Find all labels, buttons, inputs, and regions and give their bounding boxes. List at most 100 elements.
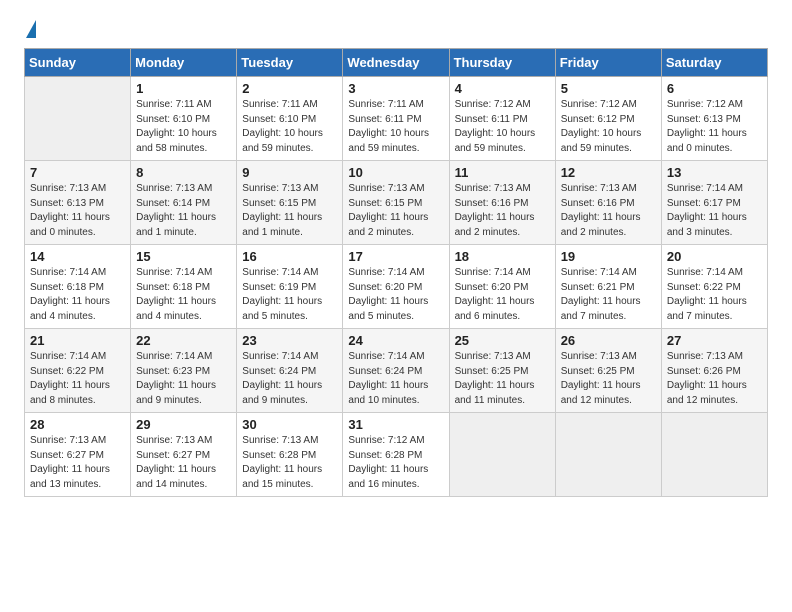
day-info: Sunrise: 7:13 AMSunset: 6:16 PMDaylight:…	[561, 182, 656, 240]
day-info: Sunrise: 7:12 AMSunset: 6:13 PMDaylight:…	[667, 98, 762, 156]
day-number: 23	[242, 333, 337, 348]
day-number: 9	[242, 165, 337, 180]
day-info: Sunrise: 7:13 AMSunset: 6:28 PMDaylight:…	[242, 434, 337, 492]
day-info: Sunrise: 7:13 AMSunset: 6:14 PMDaylight:…	[136, 182, 231, 240]
day-info: Sunrise: 7:13 AMSunset: 6:25 PMDaylight:…	[455, 350, 550, 408]
calendar-cell: 3 Sunrise: 7:11 AMSunset: 6:11 PMDaylight…	[343, 77, 449, 161]
calendar-cell: 25 Sunrise: 7:13 AMSunset: 6:25 PMDayligh…	[449, 329, 555, 413]
calendar-week-row: 1Sunrise: 7:11 AMSunset: 6:10 PMDaylight…	[25, 77, 768, 161]
day-number: 8	[136, 165, 231, 180]
day-info: Sunrise: 7:12 AMSunset: 6:11 PMDaylight:…	[455, 98, 550, 156]
day-number: 30	[242, 417, 337, 432]
calendar-cell: 6 Sunrise: 7:12 AMSunset: 6:13 PMDaylight…	[661, 77, 767, 161]
day-info: Sunrise: 7:14 AMSunset: 6:22 PMDaylight:…	[667, 266, 762, 324]
calendar-cell: 22 Sunrise: 7:14 AMSunset: 6:23 PMDayligh…	[131, 329, 237, 413]
day-info: Sunrise: 7:13 AMSunset: 6:25 PMDaylight:…	[561, 350, 656, 408]
day-number: 21	[30, 333, 125, 348]
day-number: 28	[30, 417, 125, 432]
day-number: 15	[136, 249, 231, 264]
calendar-cell: 7Sunrise: 7:13 AMSunset: 6:13 PMDaylight…	[25, 161, 131, 245]
day-info: Sunrise: 7:13 AMSunset: 6:15 PMDaylight:…	[242, 182, 337, 240]
calendar-cell: 14 Sunrise: 7:14 AMSunset: 6:18 PMDayligh…	[25, 245, 131, 329]
calendar-table: SundayMondayTuesdayWednesdayThursdayFrid…	[24, 48, 768, 497]
column-header-tuesday: Tuesday	[237, 49, 343, 77]
calendar-cell: 27 Sunrise: 7:13 AMSunset: 6:26 PMDayligh…	[661, 329, 767, 413]
day-number: 25	[455, 333, 550, 348]
calendar-cell: 26 Sunrise: 7:13 AMSunset: 6:25 PMDayligh…	[555, 329, 661, 413]
column-header-thursday: Thursday	[449, 49, 555, 77]
calendar-week-row: 14 Sunrise: 7:14 AMSunset: 6:18 PMDayligh…	[25, 245, 768, 329]
day-info: Sunrise: 7:14 AMSunset: 6:20 PMDaylight:…	[455, 266, 550, 324]
day-number: 2	[242, 81, 337, 96]
day-number: 13	[667, 165, 762, 180]
day-info: Sunrise: 7:13 AMSunset: 6:26 PMDaylight:…	[667, 350, 762, 408]
day-number: 22	[136, 333, 231, 348]
logo-triangle-icon	[26, 20, 36, 38]
calendar-cell: 9 Sunrise: 7:13 AMSunset: 6:15 PMDaylight…	[237, 161, 343, 245]
day-number: 6	[667, 81, 762, 96]
day-info: Sunrise: 7:14 AMSunset: 6:19 PMDaylight:…	[242, 266, 337, 324]
day-info: Sunrise: 7:14 AMSunset: 6:22 PMDaylight:…	[30, 350, 125, 408]
day-info: Sunrise: 7:13 AMSunset: 6:16 PMDaylight:…	[455, 182, 550, 240]
day-info: Sunrise: 7:14 AMSunset: 6:24 PMDaylight:…	[242, 350, 337, 408]
day-info: Sunrise: 7:14 AMSunset: 6:23 PMDaylight:…	[136, 350, 231, 408]
day-info: Sunrise: 7:14 AMSunset: 6:24 PMDaylight:…	[348, 350, 443, 408]
calendar-cell: 4 Sunrise: 7:12 AMSunset: 6:11 PMDaylight…	[449, 77, 555, 161]
calendar-cell: 31 Sunrise: 7:12 AMSunset: 6:28 PMDayligh…	[343, 413, 449, 497]
day-info: Sunrise: 7:14 AMSunset: 6:18 PMDaylight:…	[30, 266, 125, 324]
column-header-monday: Monday	[131, 49, 237, 77]
calendar-cell: 16Sunrise: 7:14 AMSunset: 6:19 PMDayligh…	[237, 245, 343, 329]
column-header-saturday: Saturday	[661, 49, 767, 77]
day-info: Sunrise: 7:12 AMSunset: 6:28 PMDaylight:…	[348, 434, 443, 492]
calendar-cell: 21 Sunrise: 7:14 AMSunset: 6:22 PMDayligh…	[25, 329, 131, 413]
calendar-cell: 2Sunrise: 7:11 AMSunset: 6:10 PMDaylight…	[237, 77, 343, 161]
calendar-week-row: 7Sunrise: 7:13 AMSunset: 6:13 PMDaylight…	[25, 161, 768, 245]
day-info: Sunrise: 7:12 AMSunset: 6:12 PMDaylight:…	[561, 98, 656, 156]
day-number: 24	[348, 333, 443, 348]
calendar-cell: 5Sunrise: 7:12 AMSunset: 6:12 PMDaylight…	[555, 77, 661, 161]
calendar-cell: 12Sunrise: 7:13 AMSunset: 6:16 PMDayligh…	[555, 161, 661, 245]
day-number: 19	[561, 249, 656, 264]
day-number: 26	[561, 333, 656, 348]
day-number: 10	[348, 165, 443, 180]
day-info: Sunrise: 7:14 AMSunset: 6:21 PMDaylight:…	[561, 266, 656, 324]
day-number: 18	[455, 249, 550, 264]
day-info: Sunrise: 7:11 AMSunset: 6:11 PMDaylight:…	[348, 98, 443, 156]
day-info: Sunrise: 7:13 AMSunset: 6:13 PMDaylight:…	[30, 182, 125, 240]
calendar-cell: 23 Sunrise: 7:14 AMSunset: 6:24 PMDayligh…	[237, 329, 343, 413]
calendar-cell: 13 Sunrise: 7:14 AMSunset: 6:17 PMDayligh…	[661, 161, 767, 245]
day-number: 31	[348, 417, 443, 432]
calendar-cell	[661, 413, 767, 497]
calendar-cell: 8 Sunrise: 7:13 AMSunset: 6:14 PMDaylight…	[131, 161, 237, 245]
day-number: 27	[667, 333, 762, 348]
calendar-cell: 29Sunrise: 7:13 AMSunset: 6:27 PMDayligh…	[131, 413, 237, 497]
day-info: Sunrise: 7:13 AMSunset: 6:15 PMDaylight:…	[348, 182, 443, 240]
column-header-friday: Friday	[555, 49, 661, 77]
calendar-cell: 17Sunrise: 7:14 AMSunset: 6:20 PMDayligh…	[343, 245, 449, 329]
calendar-cell: 11Sunrise: 7:13 AMSunset: 6:16 PMDayligh…	[449, 161, 555, 245]
calendar-cell	[25, 77, 131, 161]
day-info: Sunrise: 7:14 AMSunset: 6:18 PMDaylight:…	[136, 266, 231, 324]
logo	[24, 20, 36, 40]
day-info: Sunrise: 7:13 AMSunset: 6:27 PMDaylight:…	[30, 434, 125, 492]
day-number: 20	[667, 249, 762, 264]
day-number: 14	[30, 249, 125, 264]
calendar-cell: 15 Sunrise: 7:14 AMSunset: 6:18 PMDayligh…	[131, 245, 237, 329]
day-info: Sunrise: 7:11 AMSunset: 6:10 PMDaylight:…	[136, 98, 231, 156]
calendar-cell: 10 Sunrise: 7:13 AMSunset: 6:15 PMDayligh…	[343, 161, 449, 245]
calendar-cell: 28 Sunrise: 7:13 AMSunset: 6:27 PMDayligh…	[25, 413, 131, 497]
day-number: 17	[348, 249, 443, 264]
column-header-sunday: Sunday	[25, 49, 131, 77]
column-header-wednesday: Wednesday	[343, 49, 449, 77]
calendar-cell	[449, 413, 555, 497]
calendar-cell: 30 Sunrise: 7:13 AMSunset: 6:28 PMDayligh…	[237, 413, 343, 497]
day-number: 3	[348, 81, 443, 96]
calendar-cell	[555, 413, 661, 497]
calendar-week-row: 28 Sunrise: 7:13 AMSunset: 6:27 PMDayligh…	[25, 413, 768, 497]
day-info: Sunrise: 7:14 AMSunset: 6:17 PMDaylight:…	[667, 182, 762, 240]
calendar-week-row: 21 Sunrise: 7:14 AMSunset: 6:22 PMDayligh…	[25, 329, 768, 413]
day-info: Sunrise: 7:13 AMSunset: 6:27 PMDaylight:…	[136, 434, 231, 492]
calendar-header-row: SundayMondayTuesdayWednesdayThursdayFrid…	[25, 49, 768, 77]
calendar-cell: 20 Sunrise: 7:14 AMSunset: 6:22 PMDayligh…	[661, 245, 767, 329]
day-number: 4	[455, 81, 550, 96]
